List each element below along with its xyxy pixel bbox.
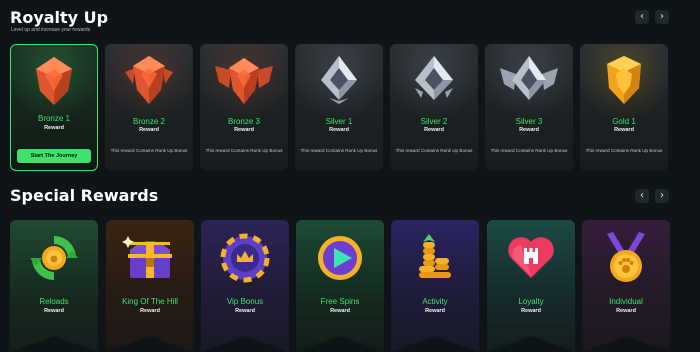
royalty-card-label: Bronze 3	[227, 117, 261, 126]
heart-castle-icon	[508, 237, 554, 278]
special-card-sub: Reward	[330, 308, 350, 314]
coin-stack-icon	[419, 234, 451, 278]
special-card-label: Free Spins	[320, 297, 360, 306]
royalty-card-sub: Reward	[139, 127, 159, 133]
royalty-card-sub: Reward	[44, 125, 64, 131]
royalty-card-sub: Reward	[329, 127, 349, 133]
royalty-card-desc: This reward Contains Rank Up Bonus	[110, 148, 188, 153]
bronze-shield-icon	[36, 57, 72, 105]
royalty-card-gold-1[interactable]: Gold 1 Reward This reward Contains Rank …	[580, 44, 668, 171]
royalty-card-sub: Reward	[424, 127, 444, 133]
bronze-winged-crest-icon	[215, 58, 273, 104]
royalty-card-silver-1[interactable]: Silver 1 Reward This reward Contains Ran…	[295, 44, 383, 171]
silver-diamond-icon	[415, 56, 453, 100]
special-card-label: Reloads	[39, 297, 69, 306]
royalty-card-label: Silver 1	[325, 117, 353, 126]
special-card-sub: Reward	[521, 308, 541, 314]
royalty-card-silver-2[interactable]: Silver 2 Reward This reward Contains Ran…	[390, 44, 478, 171]
royalty-card-desc: This reward Contains Rank Up Bonus	[585, 148, 663, 153]
special-card-sub: Reward	[425, 308, 445, 314]
chevron-right-icon: ›	[660, 190, 664, 201]
paw-medal-icon	[607, 232, 645, 282]
royalty-card-sub: Reward	[519, 127, 539, 133]
chevron-right-icon: ›	[660, 11, 664, 22]
special-card-label: Individual	[609, 297, 643, 306]
special-card-label: King Of The Hill	[122, 297, 178, 306]
reload-coin-icon	[30, 236, 78, 280]
special-card-label: Activity	[422, 297, 448, 306]
special-card-sub: Reward	[44, 308, 64, 314]
royalty-next-button[interactable]: ›	[655, 10, 669, 24]
silver-winged-diamond-icon	[500, 56, 558, 100]
play-button-icon	[318, 236, 362, 280]
royalty-card-label: Gold 1	[612, 117, 636, 126]
special-next-button[interactable]: ›	[655, 189, 669, 203]
royalty-card-silver-3[interactable]: Silver 3 Reward This reward Contains Ran…	[485, 44, 573, 171]
gold-shield-icon	[607, 56, 641, 104]
royalty-card-label: Bronze 1	[37, 114, 71, 123]
royalty-up-title: Royalty Up	[10, 8, 109, 27]
special-card-king-of-the-hill[interactable]: King Of The Hill Reward	[106, 220, 194, 352]
chevron-left-icon: ‹	[640, 190, 644, 201]
royalty-card-sub: Reward	[234, 127, 254, 133]
special-card-sub: Reward	[140, 308, 160, 314]
special-card-label: Vip Bonus	[226, 297, 264, 306]
special-card-reloads[interactable]: Reloads Reward	[10, 220, 98, 352]
vip-chip-icon	[220, 233, 270, 283]
special-card-vip-bonus[interactable]: Vip Bonus Reward	[201, 220, 289, 352]
silver-diamond-icon	[321, 56, 357, 104]
royalty-card-label: Bronze 2	[132, 117, 166, 126]
royalty-card-bronze-1[interactable]: Bronze 1 Reward Start The Journey	[10, 44, 98, 171]
royalty-card-desc: This reward Contains Rank Up Bonus	[395, 148, 473, 153]
royalty-card-bronze-3[interactable]: Bronze 3 Reward This reward Contains Ran…	[200, 44, 288, 171]
royalty-card-desc: This reward Contains Rank Up Bonus	[300, 148, 378, 153]
special-card-individual[interactable]: Individual Reward	[582, 220, 670, 352]
royalty-card-label: Silver 2	[420, 117, 448, 126]
special-prev-button[interactable]: ‹	[635, 189, 649, 203]
royalty-card-desc: This reward Contains Rank Up Bonus	[490, 148, 568, 153]
special-card-activity[interactable]: Activity Reward	[391, 220, 479, 352]
royalty-card-label: Silver 3	[515, 117, 543, 126]
special-card-sub: Reward	[235, 308, 255, 314]
royalty-card-desc: This reward Contains Rank Up Bonus	[205, 148, 283, 153]
special-card-label: Loyalty	[518, 297, 544, 306]
treasure-chest-icon	[122, 236, 172, 278]
special-card-free-spins[interactable]: Free Spins Reward	[296, 220, 384, 352]
chevron-left-icon: ‹	[640, 11, 644, 22]
start-journey-button[interactable]: Start The Journey	[17, 149, 91, 163]
bronze-winged-shield-icon	[125, 56, 173, 104]
royalty-prev-button[interactable]: ‹	[635, 10, 649, 24]
special-card-loyalty[interactable]: Loyalty Reward	[487, 220, 575, 352]
royalty-card-sub: Reward	[614, 127, 634, 133]
royalty-up-subtitle: Level up and increase your rewards	[11, 27, 91, 33]
special-card-sub: Reward	[616, 308, 636, 314]
royalty-card-bronze-2[interactable]: Bronze 2 Reward This reward Contains Ran…	[105, 44, 193, 171]
special-rewards-title: Special Rewards	[10, 186, 159, 205]
